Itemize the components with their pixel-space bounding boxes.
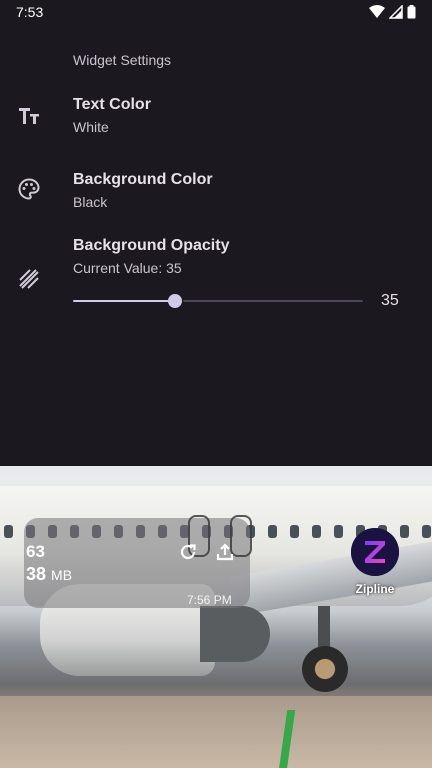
slider-value: 35: [381, 292, 399, 309]
engine-exhaust: [200, 606, 270, 662]
status-bar: 7:53: [0, 0, 432, 24]
airplane-window: [4, 525, 13, 538]
opacity-icon: [17, 267, 41, 291]
setting-text-color[interactable]: Text Color White: [0, 88, 432, 148]
slider-thumb[interactable]: [168, 294, 182, 308]
section-header: Widget Settings: [73, 52, 172, 68]
setting-background-opacity[interactable]: Background Opacity Current Value: 35 35: [0, 229, 432, 319]
battery-icon: [407, 5, 416, 19]
refresh-icon[interactable]: [178, 542, 198, 562]
status-time: 7:53: [16, 4, 44, 20]
widget-ram-value: 38 MB: [26, 564, 72, 585]
slider-track-active: [73, 300, 175, 302]
share-icon[interactable]: [215, 542, 235, 562]
ram-unit: MB: [51, 567, 73, 583]
airplane-window: [312, 525, 321, 538]
status-icons: [369, 5, 416, 19]
zipline-app-shortcut[interactable]: Zipline: [350, 528, 400, 596]
airplane-window: [334, 525, 343, 538]
zipline-app-icon[interactable]: [351, 528, 399, 576]
airplane-wheel: [302, 646, 348, 692]
widget-time: 7:56 PM: [187, 593, 232, 607]
setting-title: Background Opacity: [73, 237, 230, 254]
text-format-icon: [17, 104, 41, 128]
runway: [0, 696, 432, 768]
monitor-widget[interactable]: 63 38 MB 7:56 PM: [24, 515, 252, 608]
setting-value: Current Value: 35: [73, 260, 182, 276]
signal-icon: [389, 5, 403, 19]
airplane-window: [268, 525, 277, 538]
app-label: Zipline: [355, 582, 395, 596]
ram-number: 38: [26, 564, 47, 584]
wallpaper-preview: [0, 466, 432, 768]
palette-icon: [17, 177, 41, 201]
airplane-window: [290, 525, 299, 538]
setting-value: White: [73, 119, 109, 135]
opacity-slider[interactable]: [73, 291, 363, 311]
airplane-window: [400, 525, 409, 538]
setting-background-color[interactable]: Background Color Black: [0, 163, 432, 223]
airplane-window: [422, 525, 431, 538]
widget-cpu-value: 63: [26, 542, 45, 561]
slider-track-inactive: [183, 300, 363, 302]
setting-title: Background Color: [73, 171, 213, 188]
wifi-icon: [369, 5, 385, 18]
setting-value: Black: [73, 194, 108, 210]
setting-title: Text Color: [73, 96, 151, 113]
